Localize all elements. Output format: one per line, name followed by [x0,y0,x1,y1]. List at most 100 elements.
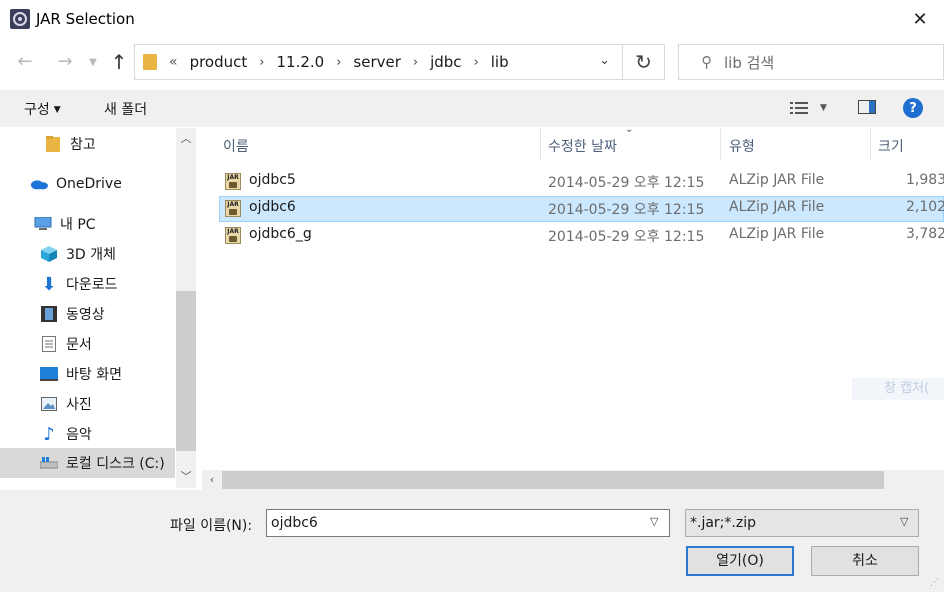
address-bar[interactable]: « product › 11.2.0 › server › jdbc › lib… [134,44,623,80]
download-icon: ⬇ [41,273,57,295]
cloud-icon [30,175,48,193]
chevron-left-icon[interactable]: ‹ [202,470,222,490]
up-button[interactable]: ↑ [108,50,130,76]
file-type: ALZip JAR File [729,172,825,188]
search-icon: ⚲ [701,53,712,71]
nav-item-reference[interactable]: 참고 [0,130,175,158]
details-view-icon [790,102,808,114]
nav-item-label: 3D 개체 [66,247,116,263]
nav-item-label: 내 PC [60,217,96,233]
refresh-button[interactable]: ↻ [623,44,665,80]
file-size: 1,983 [906,172,944,188]
app-icon [10,9,30,29]
desktop-icon [40,365,58,383]
new-folder-button[interactable]: 새 폴더 [104,99,147,119]
breadcrumb-server[interactable]: server [353,53,400,71]
organize-button[interactable]: 구성 ▼ [24,99,61,119]
jar-file-icon: JAR [225,227,241,244]
filename-input[interactable] [266,509,670,537]
search-placeholder: lib 검색 [724,53,775,72]
chevron-down-icon[interactable]: ⌄ [599,53,610,68]
column-header-name[interactable]: 이름 [223,136,249,156]
picture-icon [40,395,58,413]
caret-down-icon: ▼ [53,105,61,115]
nav-item-label: 사진 [66,397,92,413]
breadcrumb-overflow[interactable]: « [169,54,178,70]
title-bar [0,0,944,38]
column-header-type[interactable]: 유형 [729,136,755,156]
file-size: 2,102 [906,199,944,215]
nav-item-desktop[interactable]: 바탕 화면 [0,360,175,388]
breadcrumb-jdbc[interactable]: jdbc [430,53,461,71]
view-options-button[interactable]: ▼ [790,98,830,118]
jar-file-icon: JAR [225,200,241,217]
search-input[interactable]: ⚲ lib 검색 [678,44,944,80]
filename-label: 파일 이름(N): [170,518,253,534]
file-row-selected[interactable]: JAR ojdbc6 2014-05-29 오후 12:15 ALZip JAR… [219,196,944,222]
breadcrumb-product[interactable]: product [190,53,248,71]
filetype-select[interactable]: *.jar;*.zip [685,509,919,537]
chevron-right-icon[interactable]: › [336,55,341,70]
chevron-right-icon[interactable]: › [259,55,264,70]
column-header-date[interactable]: 수정한 날짜 [548,136,617,156]
nav-scrollbar-thumb[interactable] [176,291,196,451]
nav-item-documents[interactable]: 문서 [0,330,175,358]
breadcrumb-lib[interactable]: lib [491,53,509,71]
caret-down-icon: ▼ [820,103,827,113]
nav-item-label: 로컬 디스크 (C:) [66,456,165,472]
nav-item-this-pc[interactable]: 내 PC [0,210,175,238]
preview-pane-icon[interactable] [858,100,876,114]
nav-item-label: 바탕 화면 [66,367,122,383]
file-name: ojdbc5 [249,172,296,188]
cube-icon [40,245,58,263]
file-date: 2014-05-29 오후 12:15 [548,229,705,245]
arrow-up-icon: ↑ [110,50,128,74]
close-button[interactable]: ✕ [900,4,940,34]
chevron-down-icon[interactable]: ▽ [650,515,658,528]
nav-item-3d-objects[interactable]: 3D 개체 [0,240,175,268]
chevron-down-icon: ▼ [89,57,97,68]
chevron-right-icon[interactable]: › [413,55,418,70]
resize-grip-icon[interactable]: ⋰ [930,578,942,590]
file-row[interactable]: JAR ojdbc5 2014-05-29 오후 12:15 ALZip JAR… [219,169,944,195]
drive-icon [40,454,58,472]
file-name: ojdbc6 [249,199,296,215]
back-button[interactable]: ← [12,51,38,75]
nav-item-videos[interactable]: 동영상 [0,300,175,328]
open-button[interactable]: 열기(O) [686,546,794,576]
nav-item-label: 음악 [66,427,92,443]
forward-button[interactable]: → [52,51,78,75]
file-row[interactable]: JAR ojdbc6_g 2014-05-29 오후 12:15 ALZip J… [219,223,944,249]
window-title: JAR Selection [36,10,135,28]
file-type: ALZip JAR File [729,226,825,242]
arrow-left-icon: ← [17,51,33,72]
nav-item-onedrive[interactable]: OneDrive [0,170,175,198]
horizontal-scrollbar-thumb[interactable] [222,471,884,489]
column-divider[interactable] [540,128,541,160]
chevron-right-icon[interactable]: › [474,55,479,70]
cancel-button[interactable]: 취소 [811,546,919,576]
recent-locations-button[interactable]: ▼ [86,53,100,73]
nav-item-label: 문서 [66,337,92,353]
column-divider[interactable] [870,128,871,160]
nav-item-downloads[interactable]: ⬇ 다운로드 [0,270,175,298]
chevron-down-icon[interactable]: ﹀ [176,466,196,488]
help-icon[interactable]: ? [903,98,923,118]
file-name: ojdbc6_g [249,226,312,242]
column-header-size[interactable]: 크기 [878,136,904,156]
chevron-down-icon[interactable]: ▽ [900,515,908,528]
chevron-up-icon[interactable]: ︿ [176,128,196,150]
column-divider[interactable] [720,128,721,160]
breadcrumb-version[interactable]: 11.2.0 [276,53,324,71]
music-icon: ♪ [43,423,55,445]
file-date: 2014-05-29 오후 12:15 [548,202,705,218]
sort-chevron-icon: ⌄ [625,124,634,135]
nav-item-local-disk[interactable]: 로컬 디스크 (C:) [0,448,175,478]
bottom-panel [0,490,944,592]
file-date: 2014-05-29 오후 12:15 [548,175,705,191]
nav-item-pictures[interactable]: 사진 [0,390,175,418]
nav-item-label: 참고 [70,137,96,153]
nav-item-label: 다운로드 [66,277,118,293]
film-icon [40,305,58,323]
nav-item-music[interactable]: ♪ 음악 [0,420,175,448]
